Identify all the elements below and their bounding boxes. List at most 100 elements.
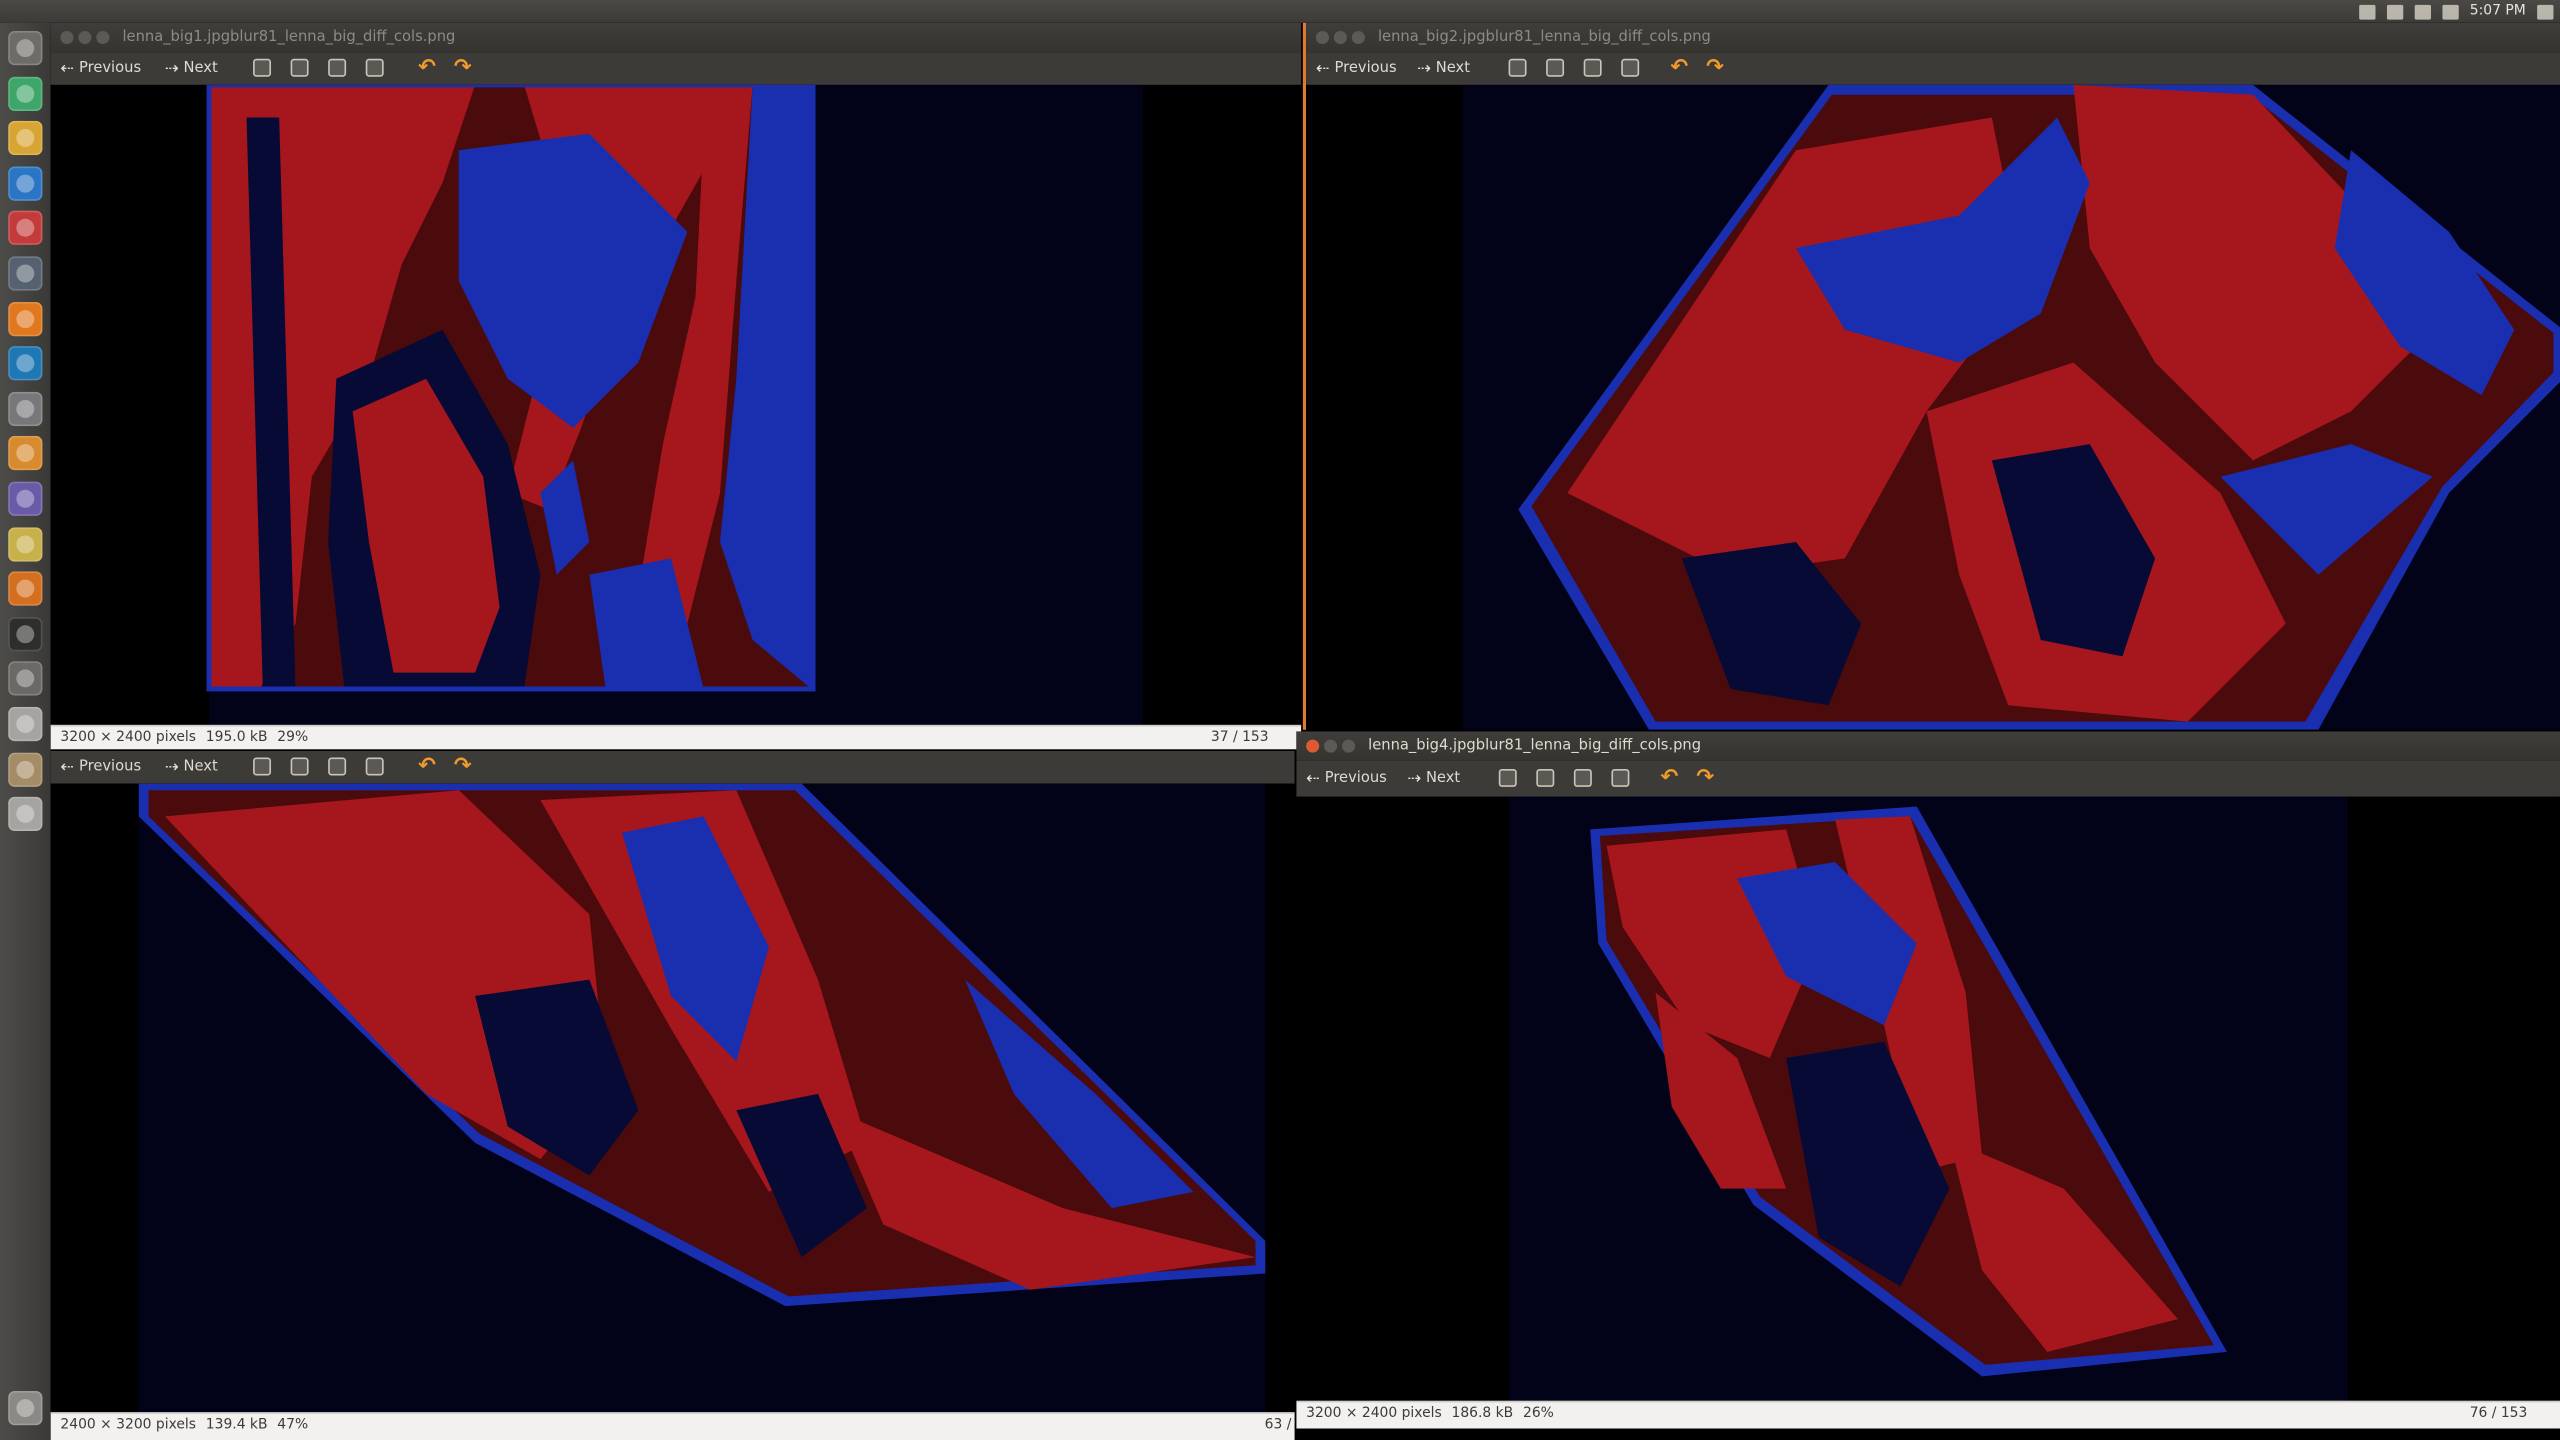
eclipse-icon-glyph: [16, 489, 35, 508]
maximize-button[interactable]: [96, 31, 110, 45]
zoom-fit-icon[interactable]: [365, 58, 384, 77]
previous-button[interactable]: ⇠ Previous: [60, 756, 141, 779]
zoom-level: 29%: [277, 729, 309, 747]
zoom-out-icon[interactable]: [290, 58, 309, 77]
maximize-button[interactable]: [1342, 739, 1356, 753]
zoom-normal-icon[interactable]: [1583, 58, 1602, 77]
arrow-right-icon: ⇢: [164, 59, 179, 78]
arrow-left-icon: ⇠: [60, 59, 75, 78]
atom-icon-glyph: [16, 84, 35, 103]
minimize-button[interactable]: [1324, 739, 1338, 753]
image-canvas[interactable]: [50, 783, 1295, 1416]
zoom-in-icon[interactable]: [1498, 768, 1517, 787]
launcher: [0, 22, 51, 1440]
image-dimensions: 3200 × 2400 pixels: [60, 729, 196, 747]
zoom-in-icon[interactable]: [253, 757, 272, 776]
zoom-out-icon[interactable]: [1536, 768, 1555, 787]
zoom-fit-icon[interactable]: [365, 757, 384, 776]
rotate-right-icon[interactable]: ↷: [454, 754, 472, 778]
clock[interactable]: 5:07 PM: [2470, 3, 2526, 19]
atom-icon[interactable]: [8, 76, 43, 111]
rotate-right-icon[interactable]: ↷: [1696, 766, 1714, 790]
dash-home-icon-glyph: [16, 39, 35, 58]
zoom-normal-icon[interactable]: [328, 58, 347, 77]
virtualbox-icon[interactable]: [8, 346, 43, 381]
zoom-out-icon[interactable]: [1546, 58, 1565, 77]
status-bar: 3200 × 2400 pixels 186.8 kB 26% 76 / 153: [1296, 1400, 2560, 1429]
close-button[interactable]: [1306, 739, 1320, 753]
keyboard-layout-icon[interactable]: [2414, 4, 2431, 19]
files-icon[interactable]: [8, 751, 43, 787]
zoom-normal-icon[interactable]: [328, 757, 347, 776]
rotate-right-icon[interactable]: ↷: [454, 56, 472, 80]
file-size: 186.8 kB: [1451, 1405, 1514, 1423]
next-button[interactable]: ⇢ Next: [1407, 767, 1460, 790]
image-canvas[interactable]: [1296, 796, 2560, 1401]
firefox-icon[interactable]: [8, 301, 43, 336]
zoom-out-icon[interactable]: [290, 757, 309, 776]
close-button[interactable]: [60, 31, 74, 45]
window-titlebar[interactable]: lenna_big1.jpgblur81_lenna_big_diff_cols…: [50, 22, 1302, 53]
zoom-normal-icon[interactable]: [1573, 768, 1592, 787]
close-button[interactable]: [1315, 31, 1329, 45]
minimize-button[interactable]: [1333, 31, 1347, 45]
trash-icon[interactable]: [8, 1391, 43, 1426]
firefox-icon-glyph: [16, 309, 35, 328]
previous-button[interactable]: ⇠ Previous: [1306, 767, 1387, 790]
rotate-left-icon[interactable]: ↶: [418, 56, 436, 80]
trash-icon-glyph: [16, 1399, 35, 1418]
system-settings-icon[interactable]: [8, 391, 43, 426]
previous-button[interactable]: ⇠ Previous: [60, 57, 141, 80]
rotate-left-icon[interactable]: ↶: [1670, 56, 1688, 80]
volume-icon[interactable]: [2442, 4, 2459, 19]
calculator-icon[interactable]: [8, 211, 43, 246]
next-button[interactable]: ⇢ Next: [1417, 57, 1470, 80]
image-counter: 76 / 153: [2469, 1405, 2528, 1423]
next-button[interactable]: ⇢ Next: [165, 57, 218, 80]
window-title: lenna_big4.jpgblur81_lenna_big_diff_cols…: [1368, 737, 1702, 755]
rotate-right-icon[interactable]: ↷: [1706, 56, 1724, 80]
messaging-icon[interactable]: [2386, 4, 2403, 19]
steam-icon[interactable]: [8, 256, 43, 291]
rotate-left-icon[interactable]: ↶: [1660, 766, 1678, 790]
window-titlebar[interactable]: lenna_big2.jpgblur81_lenna_big_diff_cols…: [1306, 22, 2560, 53]
chrome-icon[interactable]: [8, 121, 43, 156]
zoom-fit-icon[interactable]: [1611, 768, 1630, 787]
image-viewer-icon[interactable]: [8, 526, 43, 561]
files-icon-glyph: [16, 760, 35, 779]
image-canvas[interactable]: [50, 84, 1302, 725]
libreoffice-writer-icon[interactable]: [8, 166, 43, 201]
eclipse-icon[interactable]: [8, 481, 43, 516]
image-counter: 63 /: [1264, 1417, 1292, 1434]
minimize-button[interactable]: [78, 31, 92, 45]
top-panel: 5:07 PM: [0, 0, 2560, 23]
image-viewer-window-4: lenna_big4.jpgblur81_lenna_big_diff_cols…: [1296, 731, 2560, 1429]
image-display: [1306, 84, 2560, 730]
rotate-left-icon[interactable]: ↶: [418, 754, 436, 778]
calculator-icon-glyph: [16, 219, 35, 238]
drive-icon[interactable]: [8, 706, 43, 742]
arrow-right-icon: ⇢: [1417, 59, 1431, 78]
drive-icon-glyph: [16, 805, 35, 824]
image-dimensions: 3200 × 2400 pixels: [1306, 1405, 1442, 1423]
image-canvas[interactable]: [1306, 84, 2560, 730]
drive-icon[interactable]: [8, 797, 43, 832]
dropbox-icon[interactable]: [2358, 4, 2376, 19]
maximize-button[interactable]: [1351, 31, 1365, 45]
file-size: 139.4 kB: [205, 1417, 268, 1434]
zoom-in-icon[interactable]: [253, 58, 272, 77]
zoom-in-icon[interactable]: [1508, 58, 1527, 77]
ubuntu-software-icon[interactable]: [8, 571, 43, 607]
workspace-switcher-icon[interactable]: [8, 661, 43, 697]
image-display: [1296, 796, 2560, 1401]
session-menu-icon[interactable]: [2537, 4, 2554, 19]
next-button[interactable]: ⇢ Next: [165, 756, 218, 779]
terminal-icon[interactable]: [8, 616, 43, 652]
blender-icon[interactable]: [8, 436, 43, 471]
viewer-toolbar: ⇠ Previous ⇢ Next ↶ ↷: [50, 751, 1295, 784]
dash-home-icon[interactable]: [8, 31, 43, 66]
previous-button[interactable]: ⇠ Previous: [1316, 57, 1397, 80]
zoom-fit-icon[interactable]: [1621, 58, 1640, 77]
window-titlebar[interactable]: lenna_big4.jpgblur81_lenna_big_diff_cols…: [1296, 731, 2560, 761]
arrow-left-icon: ⇠: [60, 758, 75, 777]
